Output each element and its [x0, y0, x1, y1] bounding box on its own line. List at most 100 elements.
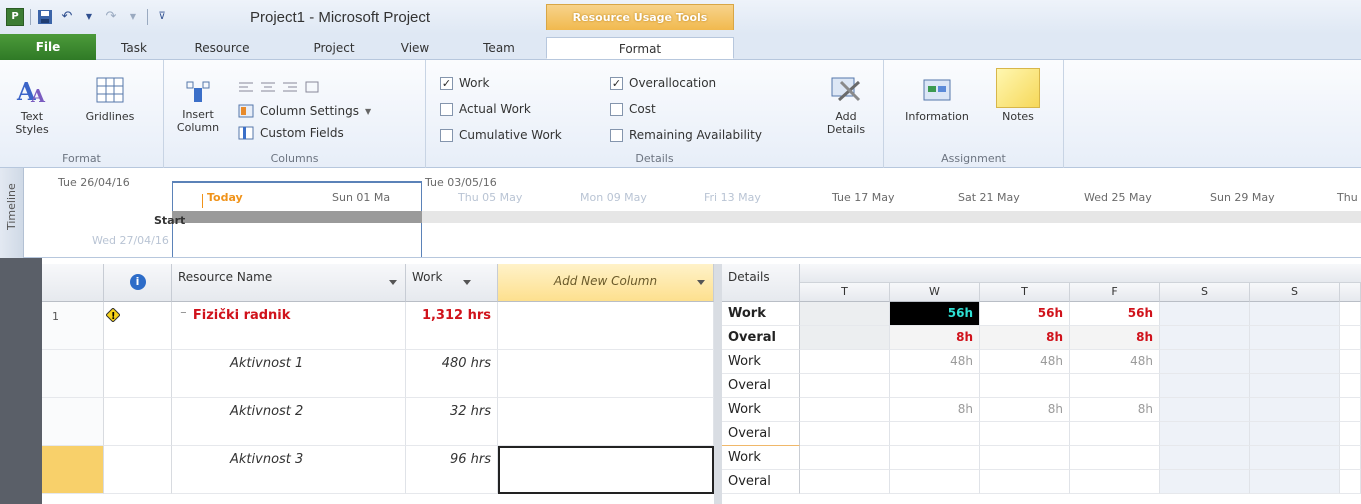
timeline-side-tab[interactable]: Timeline	[0, 168, 24, 258]
timephased-cell[interactable]	[1160, 350, 1250, 374]
chevron-down-icon[interactable]	[697, 280, 705, 285]
timephased-cell[interactable]	[1070, 446, 1160, 470]
timephased-cell[interactable]	[980, 374, 1070, 398]
timephased-cell[interactable]	[800, 446, 890, 470]
resource-name-header[interactable]: Resource Name	[172, 264, 406, 302]
timephased-cell[interactable]: 56h	[1070, 302, 1160, 326]
add-details-button[interactable]: Add Details	[818, 74, 874, 136]
chevron-down-icon[interactable]	[389, 280, 397, 285]
timephased-cell[interactable]	[890, 470, 980, 494]
timephased-cell[interactable]: 56h	[890, 302, 980, 326]
timephased-cell[interactable]	[1250, 350, 1340, 374]
indicators-header[interactable]: i	[104, 264, 172, 302]
save-icon[interactable]	[37, 9, 53, 25]
resource-name-cell[interactable]: ⁻ Fizički radnik	[172, 302, 406, 350]
timephased-cell[interactable]: 8h	[1070, 326, 1160, 350]
work-checkbox-row[interactable]: ✓ Work	[440, 76, 489, 90]
timephased-cell[interactable]	[1250, 374, 1340, 398]
timephased-cell[interactable]	[1160, 470, 1250, 494]
timephased-cell[interactable]	[980, 446, 1070, 470]
collapse-icon[interactable]: ⁻	[180, 308, 187, 323]
timephased-cell[interactable]: 8h	[890, 398, 980, 422]
project-app-icon[interactable]: P	[6, 8, 24, 26]
tab-file[interactable]: File	[0, 34, 96, 60]
cost-checkbox[interactable]	[610, 102, 623, 116]
row-number[interactable]	[42, 398, 104, 446]
work-checkbox[interactable]: ✓	[440, 76, 453, 90]
work-header[interactable]: Work	[406, 264, 498, 302]
insert-column-button[interactable]: Insert Column	[172, 78, 224, 134]
timephased-cell[interactable]	[800, 398, 890, 422]
undo-dropdown-icon[interactable]: ▼	[81, 9, 97, 25]
work-cell[interactable]: 480 hrs	[406, 350, 498, 398]
information-button[interactable]: Information	[892, 74, 982, 123]
undo-icon[interactable]: ↶	[59, 9, 75, 25]
overallocation-warning-icon[interactable]: !	[105, 307, 121, 323]
tab-resource[interactable]: Resource	[186, 37, 258, 59]
wrap-text-icon[interactable]	[304, 80, 320, 94]
timephased-cell[interactable]	[1250, 302, 1340, 326]
tab-task[interactable]: Task	[112, 37, 156, 59]
add-new-column-cell[interactable]	[498, 302, 714, 350]
timescale-day[interactable]: W	[890, 283, 980, 302]
timephased-cell[interactable]	[1070, 470, 1160, 494]
actual-work-checkbox-row[interactable]: Actual Work	[440, 102, 531, 116]
timephased-cell[interactable]	[1250, 446, 1340, 470]
timescale-day[interactable]: S	[1160, 283, 1250, 302]
timeline-pane[interactable]: Timeline Tue 26/04/16 Today Sun 01 Ma Tu…	[0, 168, 1361, 258]
select-all-header[interactable]	[42, 264, 104, 302]
row-number[interactable]	[42, 446, 104, 494]
timephased-cell[interactable]: 8h	[1070, 398, 1160, 422]
timephased-cell[interactable]: 48h	[890, 350, 980, 374]
customize-qat-icon[interactable]: ⊽	[154, 9, 170, 25]
timephased-cell[interactable]: 48h	[980, 350, 1070, 374]
timephased-cell[interactable]	[1340, 374, 1361, 398]
align-left-icon[interactable]	[238, 80, 254, 94]
timephased-cell[interactable]	[980, 422, 1070, 446]
tab-view[interactable]: View	[393, 37, 437, 59]
gridlines-button[interactable]: Gridlines	[78, 74, 142, 123]
timephased-cell[interactable]	[1340, 350, 1361, 374]
add-new-column-cell[interactable]	[498, 398, 714, 446]
timephased-cell[interactable]	[1160, 374, 1250, 398]
resource-name-cell[interactable]: Aktivnost 3	[172, 446, 406, 494]
resource-name-cell[interactable]: Aktivnost 1	[172, 350, 406, 398]
cumulative-work-checkbox[interactable]	[440, 128, 453, 142]
timephased-cell[interactable]	[1160, 302, 1250, 326]
timephased-cell[interactable]	[1160, 326, 1250, 350]
timephased-cell[interactable]: 8h	[980, 398, 1070, 422]
timephased-cell[interactable]: 56h	[980, 302, 1070, 326]
timephased-cell[interactable]	[800, 470, 890, 494]
timephased-cell[interactable]	[890, 422, 980, 446]
timephased-cell[interactable]	[1250, 326, 1340, 350]
timescale-day[interactable]	[1340, 283, 1361, 302]
tab-format[interactable]: Format	[546, 37, 734, 59]
timephased-cell[interactable]	[980, 470, 1070, 494]
timephased-cell[interactable]	[1160, 422, 1250, 446]
timephased-cell[interactable]	[800, 326, 890, 350]
column-settings-button[interactable]: Column Settings ▼	[238, 104, 371, 118]
timephased-cell[interactable]	[1250, 470, 1340, 494]
timescale-day[interactable]: T	[800, 283, 890, 302]
work-cell[interactable]: 96 hrs	[406, 446, 498, 494]
tab-project[interactable]: Project	[302, 37, 366, 59]
timephased-cell[interactable]	[1340, 302, 1361, 326]
align-right-icon[interactable]	[282, 80, 298, 94]
cumulative-work-checkbox-row[interactable]: Cumulative Work	[440, 128, 562, 142]
work-cell[interactable]: 32 hrs	[406, 398, 498, 446]
remaining-availability-checkbox-row[interactable]: Remaining Availability	[610, 128, 762, 142]
remaining-availability-checkbox[interactable]	[610, 128, 623, 142]
timephased-cell[interactable]	[800, 350, 890, 374]
timephased-cell[interactable]	[1250, 422, 1340, 446]
resource-name-cell[interactable]: Aktivnost 2	[172, 398, 406, 446]
timephased-cell[interactable]	[1340, 422, 1361, 446]
text-styles-button[interactable]: AA Text Styles	[8, 74, 56, 136]
timephased-cell[interactable]	[1160, 398, 1250, 422]
redo-dropdown-icon[interactable]: ▼	[125, 9, 141, 25]
timephased-cell[interactable]	[1070, 374, 1160, 398]
chevron-down-icon[interactable]	[463, 280, 471, 285]
tab-team[interactable]: Team	[475, 37, 523, 59]
timephased-cell[interactable]: 8h	[890, 326, 980, 350]
add-new-column-cell[interactable]	[498, 350, 714, 398]
timephased-cell[interactable]	[1160, 446, 1250, 470]
